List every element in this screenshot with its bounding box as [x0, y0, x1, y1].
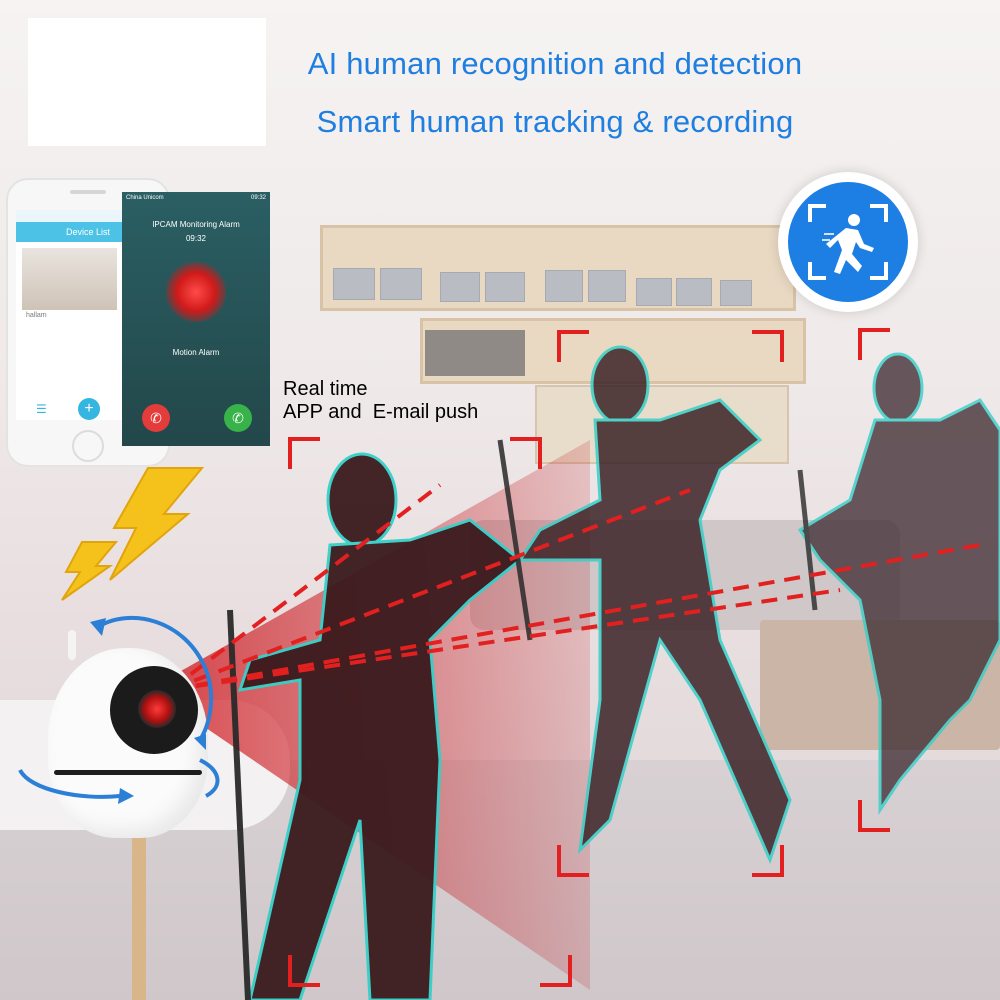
logo-placeholder	[28, 18, 266, 146]
alarm-screen: China Unicom 09:32 IPCAM Monitoring Alar…	[122, 192, 270, 446]
bracket-corner	[557, 845, 589, 877]
bracket-corner	[510, 437, 542, 469]
bracket-corner	[752, 845, 784, 877]
bracket-corner	[752, 330, 784, 362]
human-detection-icon	[808, 204, 888, 280]
headline-secondary: Smart human tracking & recording	[316, 104, 794, 139]
phone-speaker	[70, 190, 106, 194]
alarm-time: 09:32	[185, 234, 207, 243]
alarm-caption: Motion Alarm	[172, 348, 220, 357]
bracket-corner	[540, 955, 572, 987]
rotation-arrow-icon	[18, 615, 220, 804]
alarm-pulse-icon	[166, 262, 226, 322]
product-banner: AI human recognition and detection Smart…	[0, 0, 1000, 1000]
menu-icon[interactable]: ☰	[36, 402, 47, 416]
push-notification-label: Real time APP and E-mail push	[283, 378, 479, 423]
alarm-status-left: China Unicom	[126, 195, 164, 201]
bracket-corner	[557, 330, 589, 362]
alarm-title: IPCAM Monitoring Alarm	[152, 220, 240, 229]
badge-inner	[788, 182, 908, 302]
accept-call-button[interactable]: ✆	[224, 404, 252, 432]
lightning-bolt-icon	[61, 467, 205, 601]
bracket-corner	[858, 800, 890, 832]
bracket-corner	[288, 955, 320, 987]
human-detection-badge	[778, 172, 918, 312]
alarm-status-right: 09:32	[250, 195, 266, 201]
add-device-button[interactable]: +	[78, 398, 100, 420]
bracket-corner	[288, 437, 320, 469]
device-name: hallam	[26, 312, 47, 319]
headline-primary: AI human recognition and detection	[307, 46, 803, 81]
camera-thumbnail[interactable]	[22, 248, 117, 310]
home-button[interactable]	[72, 430, 104, 462]
decline-call-button[interactable]: ✆	[142, 404, 170, 432]
bracket-corner	[858, 328, 890, 360]
